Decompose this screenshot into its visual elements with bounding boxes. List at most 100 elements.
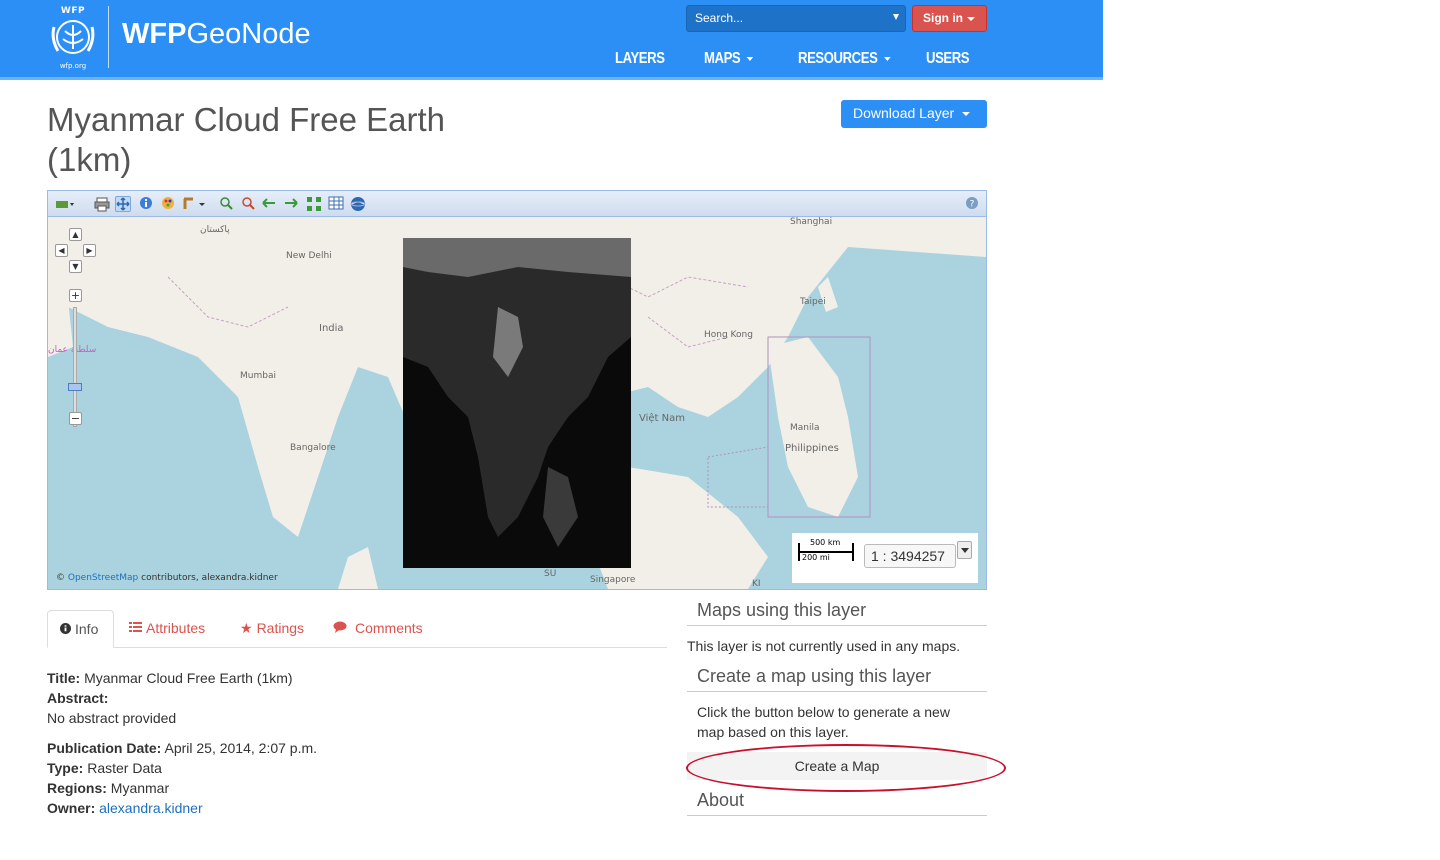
pan-down-icon[interactable]: ▼ [69,260,82,273]
layers-menu-icon[interactable] [54,196,76,212]
info-type-value: Raster Data [87,760,162,776]
forward-arrow-icon[interactable] [283,196,299,212]
info-title-value: Myanmar Cloud Free Earth (1km) [84,670,293,686]
zoom-plus-icon[interactable]: + [69,289,82,302]
download-layer-button[interactable]: Download Layer [841,100,987,128]
nav-resources-label: RESOURCES [798,50,878,67]
chevron-down-icon [883,56,891,61]
scale-dropdown-button[interactable] [957,541,972,559]
info-type-row: Type: Raster Data [47,758,317,778]
map-label-pakistan: پاکستان [200,225,230,235]
info-owner-label: Owner: [47,800,96,816]
measure-icon[interactable] [181,196,207,212]
chevron-down-icon [893,14,899,20]
tab-info-label: Info [75,621,99,637]
print-icon[interactable] [94,196,110,212]
about-heading: About [687,790,987,816]
maps-using-heading: Maps using this layer [687,600,987,626]
info-regions-label: Regions: [47,780,107,796]
map-label-india: India [319,323,344,334]
map-attribution: © OpenStreetMap contributors, alexandra.… [56,573,278,583]
info-type-label: Type: [47,760,84,776]
brand-bold: WFP [122,18,187,50]
tab-attributes[interactable]: Attributes [117,610,217,648]
openstreetmap-link[interactable]: OpenStreetMap [68,573,138,583]
zoom-slider-handle[interactable] [68,383,82,391]
info-regions-value: Myanmar [110,780,170,796]
tab-comments-label: Comments [355,620,423,636]
sign-in-label: Sign in [923,11,963,25]
top-navbar: WFP wfp.org WFPGeoNode Search... Sign in… [0,0,1103,80]
zoom-minus-icon[interactable]: − [69,412,82,425]
detail-tabs: Info Attributes ★ Ratings Comments [47,610,667,648]
scale-km-label: 500 km [810,538,841,547]
layer-info: Title: Myanmar Cloud Free Earth (1km) Ab… [47,668,317,818]
pan-right-icon[interactable]: ▶ [83,244,96,257]
search-input[interactable]: Search... [686,5,906,32]
map-label-viet-nam: Việt Nam [639,413,686,424]
nav-maps[interactable]: MAPS [704,50,754,68]
tab-info[interactable]: Info [47,610,114,648]
zoom-out-icon[interactable] [240,196,256,212]
chevron-down-icon [962,112,971,117]
nav-layers-label: LAYERS [615,50,665,67]
scale-widget: 500 km 200 mi 1 : 3494257 [792,533,978,583]
info-owner-row: Owner: alexandra.kidner [47,798,317,818]
page-title-line2: (1km) [47,141,132,178]
brand-rest: GeoNode [186,18,311,50]
tab-comments[interactable]: Comments [321,610,435,648]
info-pubdate-value: April 25, 2014, 2:07 p.m. [164,740,318,756]
nav-users[interactable]: USERS [926,50,970,68]
info-abstract-label: Abstract: [47,690,109,706]
map-canvas[interactable]: پاکستان New Delhi India Mumbai Bangalore… [48,217,986,589]
nav-maps-label: MAPS [704,50,741,67]
chevron-down-icon [746,56,754,61]
star-icon: ★ [240,620,253,636]
sign-in-button[interactable]: Sign in [912,5,987,32]
map-label-shanghai: Shanghai [790,217,833,227]
map-label-ki: KI [752,579,761,589]
nav-resources[interactable]: RESOURCES [798,50,891,68]
map-label-taipei: Taipei [800,297,826,307]
pan-up-icon[interactable]: ▲ [69,228,82,241]
tab-ratings-label: Ratings [256,620,305,636]
info-title-row: Title: Myanmar Cloud Free Earth (1km) [47,668,317,688]
owner-link[interactable]: alexandra.kidner [99,800,203,816]
nav-layers[interactable]: LAYERS [615,50,665,68]
chevron-down-icon [967,16,975,21]
info-title-label: Title: [47,670,81,686]
map-label-manila: Manila [790,423,820,433]
info-abstract-row: Abstract: [47,688,317,708]
pan-left-icon[interactable]: ◀ [55,244,68,257]
svg-text:?: ? [970,200,975,210]
zoom-extent-icon[interactable] [306,196,322,212]
map-label-bangalore: Bangalore [290,443,336,453]
style-palette-icon[interactable] [160,196,176,212]
page-title: Myanmar Cloud Free Earth (1km) [47,100,507,180]
maps-using-text: This layer is not currently used in any … [687,638,961,654]
pan-icon[interactable] [115,196,131,212]
map-toolbar: ? [48,191,986,217]
tab-ratings[interactable]: ★ Ratings [228,610,316,648]
attribution-suffix: contributors, alexandra.kidner [138,573,278,583]
info-icon[interactable] [138,196,154,212]
info-pubdate-label: Publication Date: [47,740,162,756]
logo-divider [108,6,109,68]
wfp-logo[interactable]: WFP wfp.org [42,6,104,70]
comment-icon [333,620,347,636]
scale-select[interactable]: 1 : 3494257 [864,544,956,568]
back-arrow-icon[interactable] [261,196,277,212]
logo-url: wfp.org [59,62,87,70]
brand-title[interactable]: WFPGeoNode [122,18,311,51]
table-icon[interactable] [328,196,344,212]
globe-icon[interactable] [350,196,366,212]
zoom-in-icon[interactable] [218,196,234,212]
list-icon [129,620,142,636]
map-viewer[interactable]: ? پاکستان New Delhi India Mumbai Bangalo… [47,190,987,590]
attribution-prefix: © [56,573,68,583]
tab-attributes-label: Attributes [146,620,206,636]
zoom-slider-track[interactable] [73,307,77,427]
help-icon[interactable]: ? [964,196,980,212]
scale-mi-label: 200 mi [802,553,830,562]
map-label-hong-kong: Hong Kong [704,330,753,340]
